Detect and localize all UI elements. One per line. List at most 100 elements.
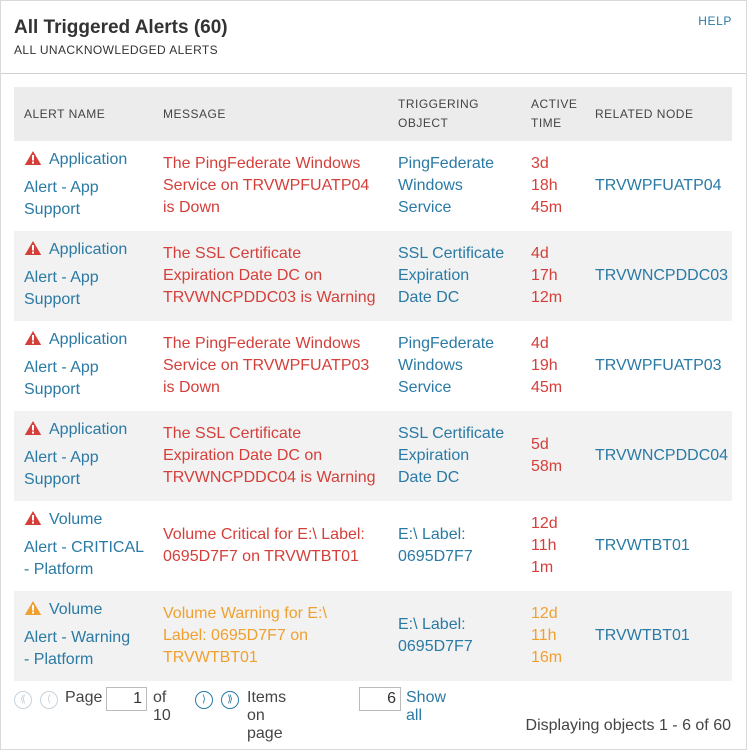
column-header-active-time[interactable]: ACTIVE TIME <box>531 95 577 133</box>
message-line: Service on TRVWPFUATP04 <box>163 177 370 194</box>
time-line: 11h <box>531 627 557 644</box>
warning-triangle-icon <box>24 511 42 525</box>
alert-name-line1: Volume <box>24 599 154 621</box>
message-line: The SSL Certificate <box>163 245 302 262</box>
alert-name-line1: Volume <box>24 509 154 531</box>
alert-name-link[interactable]: Application Alert - App Support <box>24 329 154 401</box>
show-all-link[interactable]: Show all <box>406 689 446 725</box>
table-body: Application Alert - App Support The PingFed… <box>14 141 732 681</box>
panel-header: All Triggered Alerts (60) ALL UNACKNOWLE… <box>1 1 746 74</box>
message-line: The PingFederate Windows <box>163 155 361 172</box>
warning-triangle-icon <box>24 601 42 615</box>
alert-message: The SSL Certificate Expiration Date DC on… <box>163 423 385 489</box>
time-line: 18h <box>531 177 558 194</box>
triggering-object-link[interactable]: PingFederate Windows Service <box>398 153 523 219</box>
related-node-link[interactable]: TRVWPFUATP04 <box>595 175 730 197</box>
alert-message: The PingFederate Windows Service on TRVWP… <box>163 153 385 219</box>
time-line: 17h <box>531 267 558 284</box>
active-time: 3d 18h 45m <box>531 153 576 219</box>
related-node-link[interactable]: TRVWPFUATP03 <box>595 355 730 377</box>
alert-name-line3: Support <box>24 381 81 398</box>
time-line: 45m <box>531 199 563 216</box>
panel-title: All Triggered Alerts (60) <box>14 17 228 38</box>
time-line: 19h <box>531 357 558 374</box>
alert-name-link[interactable]: Application Alert - App Support <box>24 239 154 311</box>
alert-name-text1: Application <box>49 151 128 168</box>
alert-name-link[interactable]: Application Alert - App Support <box>24 149 154 221</box>
table-row: Volume Alert - Warning - Platform Volume Wa… <box>14 591 732 681</box>
time-line: 45m <box>531 379 563 396</box>
alert-message: The PingFederate Windows Service on TRVWP… <box>163 333 385 399</box>
time-line: 4d <box>531 245 549 262</box>
column-header-related-node[interactable]: RELATED NODE <box>595 105 693 124</box>
message-line: TRVWNCPDDC04 is Warning <box>163 469 376 486</box>
object-line: E:\ Label: <box>398 526 466 543</box>
warning-triangle-icon <box>24 331 42 345</box>
triggering-object-link[interactable]: PingFederate Windows Service <box>398 333 523 399</box>
triggering-object-link[interactable]: SSL Certificate Expiration Date DC <box>398 423 523 489</box>
active-time: 4d 19h 45m <box>531 333 576 399</box>
message-line: Volume Critical for E:\ Label: <box>163 526 365 543</box>
column-header-alert-name[interactable]: ALERT NAME <box>24 105 105 124</box>
alert-name-link[interactable]: Application Alert - App Support <box>24 419 154 491</box>
message-line: TRVWTBT01 <box>163 649 258 666</box>
time-line: 16m <box>531 649 563 666</box>
time-line: 12d <box>531 515 558 532</box>
items-per-page-input[interactable] <box>359 687 401 711</box>
items-on-page-label: Items on page <box>247 689 287 742</box>
object-line: Date DC <box>398 289 460 306</box>
object-line: 0695D7F7 <box>398 638 473 655</box>
alert-name-link[interactable]: Volume Alert - CRITICAL - Platform <box>24 509 154 581</box>
message-line: is Down <box>163 199 220 216</box>
time-line: 11h <box>531 537 557 554</box>
warning-triangle-icon <box>24 151 42 165</box>
alert-name-line2: Alert - App <box>24 449 99 466</box>
triggering-object-link[interactable]: E:\ Label: 0695D7F7 <box>398 524 523 568</box>
message-line: Volume Warning for E:\ <box>163 605 327 622</box>
object-line: Expiration <box>398 447 470 464</box>
related-node-link[interactable]: TRVWNCPDDC04 <box>595 445 730 467</box>
column-header-triggering-object[interactable]: TRIGGERING OBJECT <box>398 95 479 133</box>
related-node-link[interactable]: TRVWNCPDDC03 <box>595 265 730 287</box>
object-line: Service <box>398 379 452 396</box>
table-row: Application Alert - App Support The SSL Cer… <box>14 231 732 321</box>
alert-message: Volume Critical for E:\ Label: 0695D7F7 o… <box>163 524 385 568</box>
last-page-button[interactable]: ⟫ <box>221 691 239 709</box>
time-line: 12d <box>531 605 558 622</box>
active-time: 12d 11h 16m <box>531 603 576 669</box>
first-page-button[interactable]: ⟪ <box>14 691 32 709</box>
page-number-input[interactable] <box>106 687 147 711</box>
next-page-button[interactable]: ⟩ <box>195 691 213 709</box>
help-link[interactable]: HELP <box>698 14 732 28</box>
related-node-link[interactable]: TRVWTBT01 <box>595 535 730 557</box>
object-line: 0695D7F7 <box>398 548 473 565</box>
triggering-object-link[interactable]: E:\ Label: 0695D7F7 <box>398 614 523 658</box>
message-line: is Down <box>163 379 220 396</box>
time-line: 4d <box>531 335 549 352</box>
object-line: Date DC <box>398 469 460 486</box>
prev-page-button[interactable]: ⟨ <box>40 691 58 709</box>
message-line: Label: 0695D7F7 on <box>163 627 308 644</box>
column-header-triggering-line1: TRIGGERING <box>398 97 480 111</box>
alert-name-line3: Support <box>24 201 81 218</box>
alert-message: The SSL Certificate Expiration Date DC on… <box>163 243 385 309</box>
object-line: PingFederate <box>398 335 495 352</box>
alert-name-line2: Alert - App <box>24 359 99 376</box>
table-row: Application Alert - App Support The PingFed… <box>14 321 732 411</box>
table-row: Application Alert - App Support The PingFed… <box>14 141 732 231</box>
message-line: Service on TRVWPFUATP03 <box>163 357 370 374</box>
alert-name-link[interactable]: Volume Alert - Warning - Platform <box>24 599 154 671</box>
alert-name-line3: - Platform <box>24 651 94 668</box>
message-line: 0695D7F7 on TRVWTBT01 <box>163 548 359 565</box>
time-line: 1m <box>531 559 554 576</box>
alert-name-line1: Application <box>24 239 154 261</box>
triggering-object-link[interactable]: SSL Certificate Expiration Date DC <box>398 243 523 309</box>
column-header-triggering-line2: OBJECT <box>398 116 449 130</box>
alerts-table: ALERT NAME MESSAGE TRIGGERING OBJECT ACT… <box>14 87 732 681</box>
related-node-link[interactable]: TRVWTBT01 <box>595 625 730 647</box>
message-line: TRVWNCPDDC03 is Warning <box>163 289 376 306</box>
alert-name-line3: Support <box>24 471 81 488</box>
column-header-message[interactable]: MESSAGE <box>163 105 226 124</box>
panel-subtitle: ALL UNACKNOWLEDGED ALERTS <box>14 43 219 57</box>
alert-name-line2: Alert - App <box>24 179 99 196</box>
